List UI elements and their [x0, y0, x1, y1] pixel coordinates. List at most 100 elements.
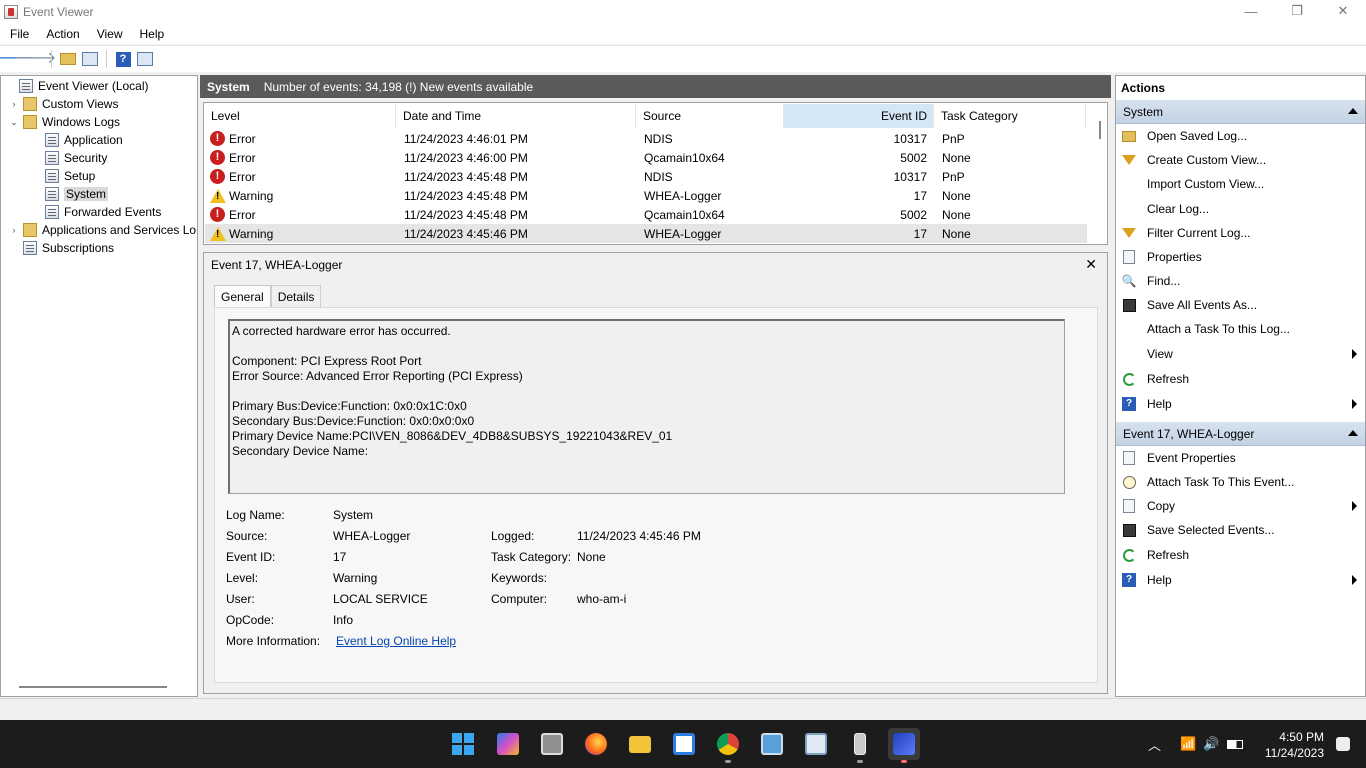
up-folder-button[interactable] [59, 50, 77, 68]
action-copy[interactable]: Copy [1116, 495, 1365, 517]
chevron-right-icon[interactable]: › [9, 99, 19, 109]
network-button[interactable]: 📶 [1180, 720, 1196, 768]
show-hide-action-pane-button[interactable] [136, 50, 154, 68]
tree-item-setup[interactable]: Setup [45, 167, 95, 185]
battery-button[interactable] [1227, 720, 1243, 768]
tree-item-system[interactable]: System [45, 185, 109, 203]
action-attach-a-task-to-this-log[interactable]: Attach a Task To this Log... [1116, 318, 1365, 340]
column-task-category[interactable]: Task Category [934, 104, 1086, 128]
task-category-cell: None [942, 207, 971, 222]
action-filter-current-log[interactable]: Filter Current Log... [1116, 222, 1365, 244]
event-id-value: 17 [333, 550, 347, 564]
task-category-cell: None [942, 188, 971, 203]
table-row[interactable]: ! Error 11/24/2023 4:46:01 PM NDIS 10317 PnP [205, 129, 1087, 148]
menu-help[interactable]: Help [130, 27, 172, 41]
actions-section-system[interactable]: System [1116, 100, 1365, 124]
close-icon[interactable]: ✕ [1085, 256, 1097, 273]
level-cell: ! Error [205, 207, 397, 222]
taskbar-event-viewer[interactable] [888, 728, 920, 763]
taskbar-file-explorer[interactable] [624, 728, 656, 760]
action-save-selected-events[interactable]: Save Selected Events... [1116, 519, 1365, 541]
tab-general[interactable]: General [214, 285, 271, 307]
column-source[interactable]: Source [636, 104, 784, 128]
volume-button[interactable]: 🔊 [1203, 720, 1219, 768]
menu-action[interactable]: Action [36, 27, 86, 41]
table-row[interactable]: ! Error 11/24/2023 4:45:48 PM NDIS 10317 PnP [205, 167, 1087, 186]
action-save-all-events-as[interactable]: Save All Events As... [1116, 294, 1365, 316]
level-cell: Warning [205, 188, 397, 203]
menu-file[interactable]: File [0, 27, 36, 41]
taskbar-copilot-pre[interactable] [492, 728, 524, 760]
tree-item-label: Subscriptions [42, 241, 115, 255]
taskbar-task-view[interactable] [536, 728, 568, 760]
show-hidden-icons-button[interactable]: ︿ [1148, 720, 1161, 768]
tree-item-applications-and-services[interactable]: › Applications and Services Lo [9, 221, 197, 239]
start-button[interactable] [447, 728, 479, 760]
action-import-custom-view[interactable]: Import Custom View... [1116, 173, 1365, 195]
tree-item-subscriptions[interactable]: Subscriptions [23, 239, 114, 257]
tree-item-custom-views[interactable]: › Custom Views [9, 95, 118, 113]
actions-section-event[interactable]: Event 17, WHEA-Logger [1116, 422, 1365, 446]
taskbar-control-panel[interactable] [756, 728, 788, 760]
action-open-saved-log[interactable]: Open Saved Log... [1116, 125, 1365, 147]
filter-icon [1122, 155, 1136, 165]
folder-icon [23, 115, 37, 129]
taskbar-device-app[interactable] [844, 728, 876, 763]
taskbar-resource-monitor[interactable] [800, 728, 832, 760]
tree-item-forwarded-events[interactable]: Forwarded Events [45, 203, 161, 221]
event-log-online-help-link[interactable]: Event Log Online Help [336, 634, 456, 648]
events-vertical-scrollbar[interactable] [1099, 121, 1101, 139]
taskbar-store[interactable] [668, 728, 700, 760]
warning-icon [210, 226, 226, 241]
tab-details[interactable]: Details [270, 285, 322, 307]
tree-horizontal-scrollbar[interactable] [19, 686, 167, 688]
tree-item-security[interactable]: Security [45, 149, 107, 167]
notifications-button[interactable] [1336, 720, 1350, 768]
action-clear-log[interactable]: Clear Log... [1116, 198, 1365, 220]
properties-icon [1123, 250, 1135, 264]
action-icon-slot [1121, 152, 1137, 168]
collapse-caret-icon[interactable] [1348, 108, 1358, 114]
action-properties[interactable]: Properties [1116, 246, 1365, 268]
show-hide-tree-button[interactable] [81, 50, 99, 68]
action-event-properties[interactable]: Event Properties [1116, 447, 1365, 469]
action-attach-task-to-this-event[interactable]: Attach Task To This Event... [1116, 471, 1365, 493]
action-icon-slot [1121, 201, 1137, 217]
action-help[interactable]: ? Help [1116, 569, 1365, 591]
collapse-caret-icon[interactable] [1348, 430, 1358, 436]
actions-pane: Actions System Open Saved Log... Create C… [1115, 75, 1366, 697]
table-row[interactable]: Warning 11/24/2023 4:45:48 PM WHEA-Logger 1… [205, 186, 1087, 205]
tree-item-event-viewer-local[interactable]: Event Viewer (Local) [5, 77, 149, 95]
action-create-custom-view[interactable]: Create Custom View... [1116, 149, 1365, 171]
help-button[interactable]: ? [114, 50, 132, 68]
tree-item-application[interactable]: Application [45, 131, 123, 149]
action-find[interactable]: 🔍 Find... [1116, 270, 1365, 292]
close-window-button[interactable]: ✕ [1320, 0, 1366, 22]
event-description[interactable]: A corrected hardware error has occurred.… [228, 319, 1065, 494]
action-refresh[interactable]: Refresh [1116, 368, 1365, 390]
forward-button[interactable]: 🡒 [14, 50, 57, 68]
restore-button[interactable]: ❐ [1274, 0, 1320, 22]
system-clock[interactable]: 4:50 PM 11/24/2023 [1265, 729, 1324, 761]
menu-view[interactable]: View [87, 27, 130, 41]
tree-item-label: Event Viewer (Local) [38, 79, 149, 93]
table-row[interactable]: ! Error 11/24/2023 4:46:00 PM Qcamain10x64 5… [205, 148, 1087, 167]
action-view[interactable]: View [1116, 343, 1365, 365]
action-help[interactable]: ? Help [1116, 393, 1365, 415]
description-blank-line [232, 384, 1062, 399]
chevron-down-icon[interactable]: ⌄ [9, 117, 19, 128]
events-column-headers: Level Date and Time Source Event ID Task… [204, 104, 1089, 128]
column-level[interactable]: Level [204, 104, 396, 128]
column-event-id[interactable]: Event ID [784, 104, 934, 128]
minimize-button[interactable]: — [1228, 0, 1274, 22]
source-value: WHEA-Logger [333, 529, 411, 543]
tree-item-windows-logs[interactable]: ⌄ Windows Logs [9, 113, 120, 131]
column-date-time[interactable]: Date and Time [396, 104, 636, 128]
chevron-right-icon[interactable]: › [9, 225, 19, 235]
table-row[interactable]: Warning 11/24/2023 4:45:46 PM WHEA-Logger 1… [205, 224, 1087, 243]
level-text: Error [229, 207, 256, 222]
table-row[interactable]: ! Error 11/24/2023 4:45:48 PM Qcamain10x64 5… [205, 205, 1087, 224]
action-refresh[interactable]: Refresh [1116, 544, 1365, 566]
taskbar-firefox[interactable] [580, 728, 612, 760]
taskbar-chrome[interactable] [712, 728, 744, 763]
